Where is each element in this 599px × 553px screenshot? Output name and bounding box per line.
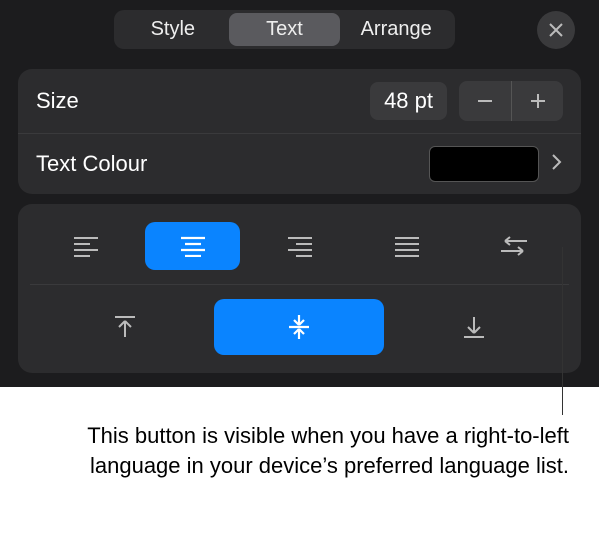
size-increment-button[interactable] bbox=[511, 81, 563, 121]
size-stepper bbox=[459, 81, 563, 121]
segmented-control: Style Text Arrange bbox=[114, 10, 455, 49]
valign-top-button[interactable] bbox=[40, 299, 210, 355]
alignment-group bbox=[18, 204, 581, 373]
tab-arrange[interactable]: Arrange bbox=[340, 13, 452, 46]
align-right-button[interactable] bbox=[252, 222, 347, 270]
align-center-icon bbox=[179, 235, 207, 257]
text-colour-row[interactable]: Text Colour bbox=[18, 133, 581, 194]
valign-bottom-icon bbox=[460, 313, 488, 341]
vertical-align-row bbox=[30, 285, 569, 355]
callout-leader-line bbox=[562, 247, 563, 415]
plus-icon bbox=[528, 91, 548, 111]
chevron-right-icon bbox=[551, 151, 563, 177]
valign-top-icon bbox=[111, 313, 139, 341]
valign-middle-icon bbox=[285, 313, 313, 341]
size-value[interactable]: 48 pt bbox=[370, 82, 447, 120]
align-justify-icon bbox=[393, 235, 421, 257]
horizontal-align-row bbox=[30, 218, 569, 285]
align-center-button[interactable] bbox=[145, 222, 240, 270]
text-direction-icon bbox=[499, 235, 529, 257]
tab-bar: Style Text Arrange bbox=[0, 10, 599, 59]
align-left-button[interactable] bbox=[38, 222, 133, 270]
text-colour-label: Text Colour bbox=[36, 151, 429, 177]
align-left-icon bbox=[72, 235, 100, 257]
text-format-panel: Style Text Arrange Size 48 pt Text Colou… bbox=[0, 0, 599, 387]
size-label: Size bbox=[36, 88, 370, 114]
callout-text: This button is visible when you have a r… bbox=[0, 387, 599, 500]
align-justify-button[interactable] bbox=[359, 222, 454, 270]
tab-style[interactable]: Style bbox=[117, 13, 229, 46]
minus-icon bbox=[475, 91, 495, 111]
size-decrement-button[interactable] bbox=[459, 81, 511, 121]
valign-middle-button[interactable] bbox=[214, 299, 384, 355]
size-row: Size 48 pt bbox=[18, 69, 581, 133]
tab-text[interactable]: Text bbox=[229, 13, 341, 46]
text-colour-well[interactable] bbox=[429, 146, 539, 182]
align-right-icon bbox=[286, 235, 314, 257]
close-icon bbox=[548, 22, 564, 38]
callout-container: This button is visible when you have a r… bbox=[0, 387, 599, 500]
text-properties-group: Size 48 pt Text Colour bbox=[18, 69, 581, 194]
valign-bottom-button[interactable] bbox=[389, 299, 559, 355]
text-direction-button[interactable] bbox=[466, 222, 561, 270]
close-button[interactable] bbox=[537, 11, 575, 49]
